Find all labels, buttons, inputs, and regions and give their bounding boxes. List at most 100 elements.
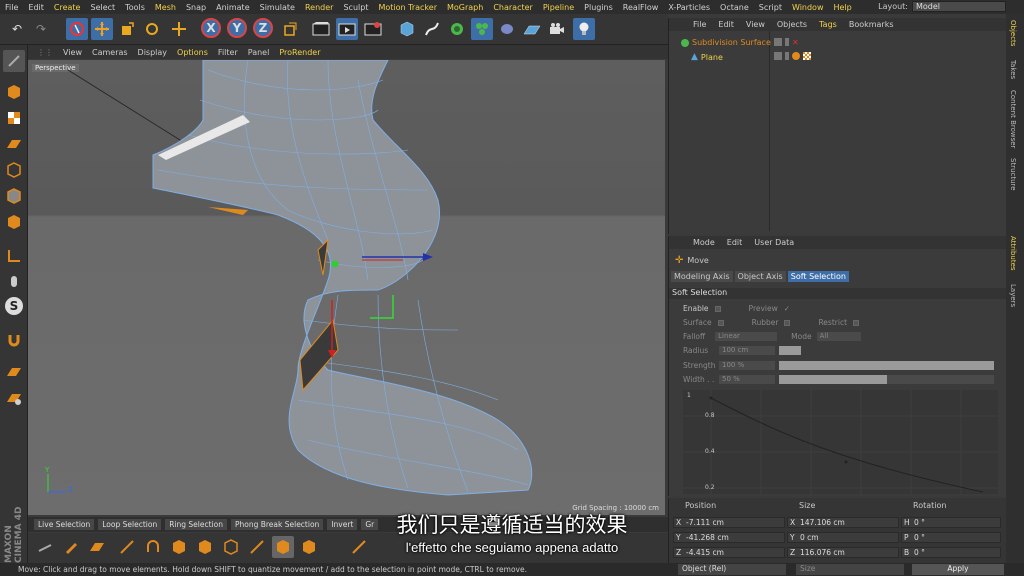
restrict-checkbox[interactable] — [853, 319, 860, 326]
subdivision-surface-icon[interactable] — [446, 18, 468, 40]
am-menu-edit[interactable]: Edit — [721, 238, 749, 247]
falloff-dropdown[interactable]: Linear — [715, 332, 778, 341]
om-menu-bookmarks[interactable]: Bookmarks — [843, 20, 900, 29]
transform-icon[interactable] — [168, 18, 190, 40]
radius-slider[interactable] — [779, 346, 801, 355]
mode-dropdown[interactable]: All — [816, 332, 861, 341]
visibility-dots-icon[interactable] — [785, 52, 789, 60]
render-view-icon[interactable] — [310, 18, 332, 40]
lock-workplane-icon[interactable] — [3, 361, 25, 383]
menu-select[interactable]: Select — [85, 3, 120, 12]
texture-mode-icon[interactable] — [3, 107, 25, 129]
menu-snap[interactable]: Snap — [181, 3, 211, 12]
phong-tag-icon[interactable] — [792, 52, 800, 60]
viewport-menu-filter[interactable]: Filter — [213, 48, 243, 57]
redo-icon[interactable]: ↷ — [30, 18, 52, 40]
preview-checkbox[interactable]: ✓ — [784, 304, 790, 313]
radius-field[interactable]: 100 cm — [719, 346, 775, 355]
menu-create[interactable]: Create — [49, 3, 86, 12]
undo-icon[interactable]: ↶ — [6, 18, 28, 40]
strength-slider[interactable] — [779, 361, 994, 370]
om-menu-file[interactable]: File — [687, 20, 712, 29]
menu-x-particles[interactable]: X-Particles — [663, 3, 715, 12]
menu-window[interactable]: Window — [787, 3, 829, 12]
edges-mode-icon[interactable] — [3, 185, 25, 207]
om-menu-view[interactable]: View — [740, 20, 771, 29]
viewport-menu-options[interactable]: Options — [172, 48, 213, 57]
width-slider[interactable] — [779, 375, 887, 384]
snapping-icon[interactable]: S — [5, 297, 23, 315]
am-menu-user-data[interactable]: User Data — [748, 238, 800, 247]
camera-icon[interactable] — [546, 18, 568, 40]
menu-character[interactable]: Character — [488, 3, 538, 12]
tab-attributes[interactable]: Attributes — [1009, 236, 1017, 271]
menu-help[interactable]: Help — [829, 3, 857, 12]
z-axis-lock-icon[interactable]: Z — [253, 18, 273, 38]
mesh-view[interactable]: Y Z — [28, 60, 665, 515]
menu-mesh[interactable]: Mesh — [150, 3, 181, 12]
tab-modeling-axis[interactable]: Modeling Axis — [671, 271, 733, 282]
polygons-mode-icon[interactable] — [3, 211, 25, 233]
menu-render[interactable]: Render — [300, 3, 338, 12]
object-row-plane[interactable]: ▲ Plane — [691, 52, 723, 62]
deformer-icon[interactable] — [496, 18, 518, 40]
y-axis-lock-icon[interactable]: Y — [227, 18, 247, 38]
move-tool-icon[interactable] — [91, 18, 113, 40]
viewport-menu-panel[interactable]: Panel — [243, 48, 275, 57]
floor-icon[interactable] — [521, 18, 543, 40]
size-mode-dropdown[interactable]: Size — [796, 564, 904, 575]
menu-edit[interactable]: Edit — [23, 3, 49, 12]
pen-spline-icon[interactable] — [421, 18, 443, 40]
menu-tools[interactable]: Tools — [120, 3, 150, 12]
make-editable-icon[interactable] — [3, 50, 25, 72]
menu-realflow[interactable]: RealFlow — [618, 3, 664, 12]
apply-button[interactable]: Apply — [912, 564, 1004, 575]
tab-object-axis[interactable]: Object Axis — [734, 271, 786, 282]
menu-plugins[interactable]: Plugins — [579, 3, 618, 12]
menu-pipeline[interactable]: Pipeline — [538, 3, 579, 12]
menu-simulate[interactable]: Simulate — [255, 3, 300, 12]
layer-icon[interactable] — [774, 38, 782, 46]
width-field[interactable]: 50 % — [719, 375, 775, 384]
planar-workplane-icon[interactable] — [3, 387, 25, 409]
magnet-icon[interactable] — [3, 329, 25, 351]
om-menu-edit[interactable]: Edit — [712, 20, 740, 29]
layout-dropdown[interactable]: Model — [912, 1, 1006, 12]
tab-objects[interactable]: Objects — [1009, 20, 1017, 46]
menu-sculpt[interactable]: Sculpt — [338, 3, 373, 12]
viewport-menu-view[interactable]: View — [58, 48, 87, 57]
tab-structure[interactable]: Structure — [1009, 158, 1017, 191]
rubber-checkbox[interactable] — [784, 319, 791, 326]
render-picture-viewer-icon[interactable] — [336, 18, 358, 40]
menu-mograph[interactable]: MoGraph — [442, 3, 488, 12]
coordinate-system-icon[interactable] — [279, 18, 301, 40]
menu-animate[interactable]: Animate — [211, 3, 255, 12]
workplane-icon[interactable] — [3, 133, 25, 155]
object-name-plane[interactable]: Plane — [701, 53, 723, 62]
layer-icon[interactable] — [774, 52, 782, 60]
menu-script[interactable]: Script — [754, 3, 787, 12]
menu-octane[interactable]: Octane — [715, 3, 754, 12]
texture-tag-icon[interactable] — [803, 52, 811, 60]
strength-field[interactable]: 100 % — [719, 361, 775, 370]
viewport-menu-display[interactable]: Display — [133, 48, 173, 57]
disabled-x-icon[interactable]: ✕ — [792, 38, 799, 47]
light-icon[interactable] — [573, 18, 595, 40]
live-selection-icon[interactable] — [66, 18, 88, 40]
viewport-menu-cameras[interactable]: Cameras — [87, 48, 133, 57]
axis-mode-icon[interactable] — [3, 245, 25, 267]
cube-icon[interactable] — [396, 18, 418, 40]
object-name-subdivision-surface[interactable]: Subdivision Surface — [692, 38, 771, 47]
om-menu-tags[interactable]: Tags — [813, 20, 843, 29]
tweak-mode-icon[interactable] — [3, 271, 25, 293]
tab-soft-selection[interactable]: Soft Selection — [787, 271, 849, 282]
falloff-curve-graph[interactable]: 1 0.8 0.4 0.2 — [683, 390, 998, 494]
scale-tool-icon[interactable] — [116, 18, 138, 40]
object-row-subdivision-surface[interactable]: Subdivision Surface — [681, 38, 771, 47]
perspective-viewport[interactable]: Perspective Y Z Grid Spacing: 10000 cm — [28, 60, 665, 515]
menu-file[interactable]: File — [0, 3, 23, 12]
tab-content-browser[interactable]: Content Browser — [1009, 90, 1017, 148]
om-menu-objects[interactable]: Objects — [771, 20, 813, 29]
coordinate-mode-dropdown[interactable]: Object (Rel) — [678, 564, 786, 575]
render-settings-icon[interactable] — [362, 18, 384, 40]
